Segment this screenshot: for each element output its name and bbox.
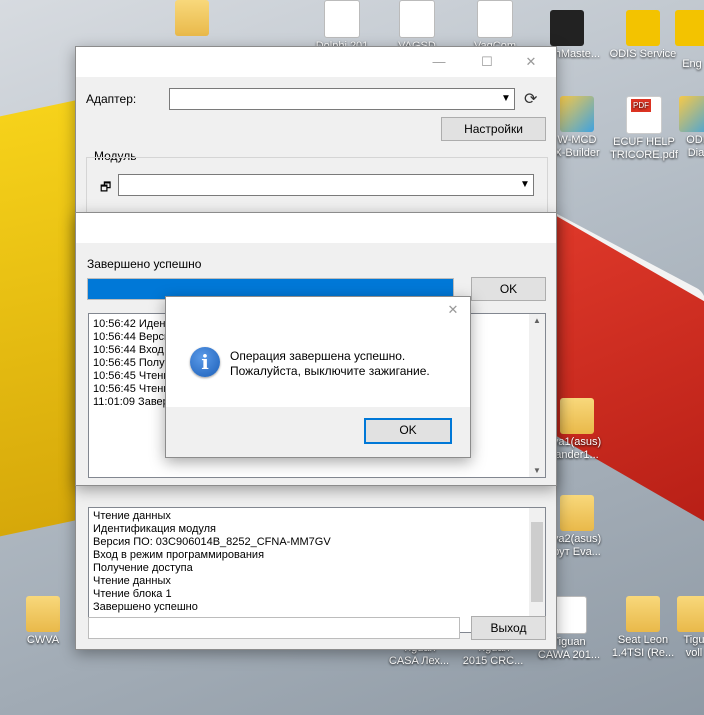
desktop-icon-folder-top[interactable] xyxy=(155,0,229,38)
dialog-message-line1: Операция завершена успешно. xyxy=(230,349,406,363)
log-line: Вход в режим программирования xyxy=(93,549,265,561)
refresh-icon[interactable]: ⟳ xyxy=(524,89,537,109)
desktop-icon-label: ODIS Service xyxy=(609,48,677,60)
scroll-down-arrow[interactable]: ▼ xyxy=(529,466,545,475)
main-log-list[interactable]: Чтение данных Идентификация модуля Верси… xyxy=(88,507,546,633)
desktop-icon-tigu-voll[interactable]: Tigu voll xyxy=(676,596,704,660)
window-icon: 🗗 xyxy=(100,180,112,194)
desktop-icon-label: ODI Dia xyxy=(686,134,704,159)
info-icon: i xyxy=(190,347,220,377)
desktop-icon-1[interactable]: Dolphi 201 xyxy=(305,0,379,52)
progress-status: Завершено успешно xyxy=(87,257,202,271)
dialog-button-area: OK xyxy=(166,407,470,457)
desktop-icon-label: Eng xyxy=(682,58,702,70)
app-icon xyxy=(550,10,584,46)
close-button[interactable]: ✕ xyxy=(436,297,470,325)
folder-icon xyxy=(175,0,209,36)
progress-ok-button[interactable]: OK xyxy=(471,277,546,301)
maximize-button[interactable]: ☐ xyxy=(470,47,504,77)
desktop-icon-odis-dia[interactable]: ODI Dia xyxy=(676,96,704,160)
odis-icon xyxy=(626,10,660,46)
scroll-up-arrow[interactable]: ▲ xyxy=(529,316,545,325)
scrollbar-thumb[interactable] xyxy=(531,522,543,602)
minimize-button[interactable]: — xyxy=(422,47,456,77)
app-icon xyxy=(399,0,435,38)
settings-button[interactable]: Настройки xyxy=(441,117,546,141)
folder-icon xyxy=(560,398,594,434)
desktop-icon-label: ECUF HELP TRICORE.pdf xyxy=(610,136,678,161)
dialog-titlebar: ✕ xyxy=(166,297,470,325)
box-icon xyxy=(560,96,594,132)
main-titlebar: — ☐ ✕ xyxy=(76,47,556,77)
dialog-message-area: i Операция завершена успешно. Пожалуйста… xyxy=(166,325,470,407)
adapter-label: Адаптер: xyxy=(86,92,137,106)
log-line: Чтение данных xyxy=(93,575,171,587)
log-scrollbar[interactable]: ▼ xyxy=(529,508,545,632)
log-line: Получение доступа xyxy=(93,562,193,574)
dialog-message: Операция завершена успешно. Пожалуйста, … xyxy=(230,349,430,379)
app-icon xyxy=(324,0,360,38)
main-progress-bar xyxy=(88,617,460,639)
message-dialog: ✕ i Операция завершена успешно. Пожалуйс… xyxy=(165,296,471,458)
desktop-icon-3[interactable]: VagCom xyxy=(458,0,532,52)
dialog-ok-button[interactable]: OK xyxy=(364,418,452,444)
odis-icon xyxy=(675,10,704,46)
pdf-icon xyxy=(626,96,662,134)
folder-icon xyxy=(560,495,594,531)
folder-icon xyxy=(626,596,660,632)
chevron-down-icon: ▼ xyxy=(520,179,530,190)
desktop-icon-seat-leon[interactable]: Seat Leon 1.4TSI (Re... xyxy=(606,596,680,660)
desktop-icon-eng[interactable]: Eng xyxy=(672,10,704,71)
close-button[interactable]: ✕ xyxy=(514,47,548,77)
desktop-icon-cwva[interactable]: CWVA xyxy=(6,596,80,647)
module-select[interactable]: ▼ xyxy=(118,174,534,196)
folder-icon xyxy=(677,596,704,632)
log-line: Версия ПО: 03C906014B_8252_CFNA-MM7GV xyxy=(93,536,331,548)
progress-log-scrollbar[interactable]: ▲ ▼ xyxy=(529,314,545,477)
dialog-message-line2: Пожалуйста, выключите зажигание. xyxy=(230,364,430,378)
desktop-icon-label: Tigu voll xyxy=(683,634,704,659)
desktop-icon-odis-service[interactable]: ODIS Service xyxy=(606,10,680,61)
log-line: Завершено успешно xyxy=(93,601,198,613)
log-line: Идентификация модуля xyxy=(93,523,217,535)
adapter-select[interactable]: ▼ xyxy=(169,88,515,110)
progress-titlebar xyxy=(76,213,556,243)
log-line: Чтение данных xyxy=(93,510,171,522)
box-icon xyxy=(679,96,704,132)
log-line: Чтение блока 1 xyxy=(93,588,172,600)
desktop-icon-label: CWVA xyxy=(26,634,60,646)
chevron-down-icon: ▼ xyxy=(501,93,511,104)
desktop-icon-ecuf-help[interactable]: ECUF HELP TRICORE.pdf xyxy=(607,96,681,162)
log-lines: Чтение данных Идентификация модуля Верси… xyxy=(89,508,545,616)
folder-icon xyxy=(26,596,60,632)
exit-button[interactable]: Выход xyxy=(471,616,546,640)
app-icon xyxy=(477,0,513,38)
desktop-icon-label: Seat Leon 1.4TSI (Re... xyxy=(611,634,675,659)
desktop-icon-2[interactable]: VAGSD xyxy=(380,0,454,52)
